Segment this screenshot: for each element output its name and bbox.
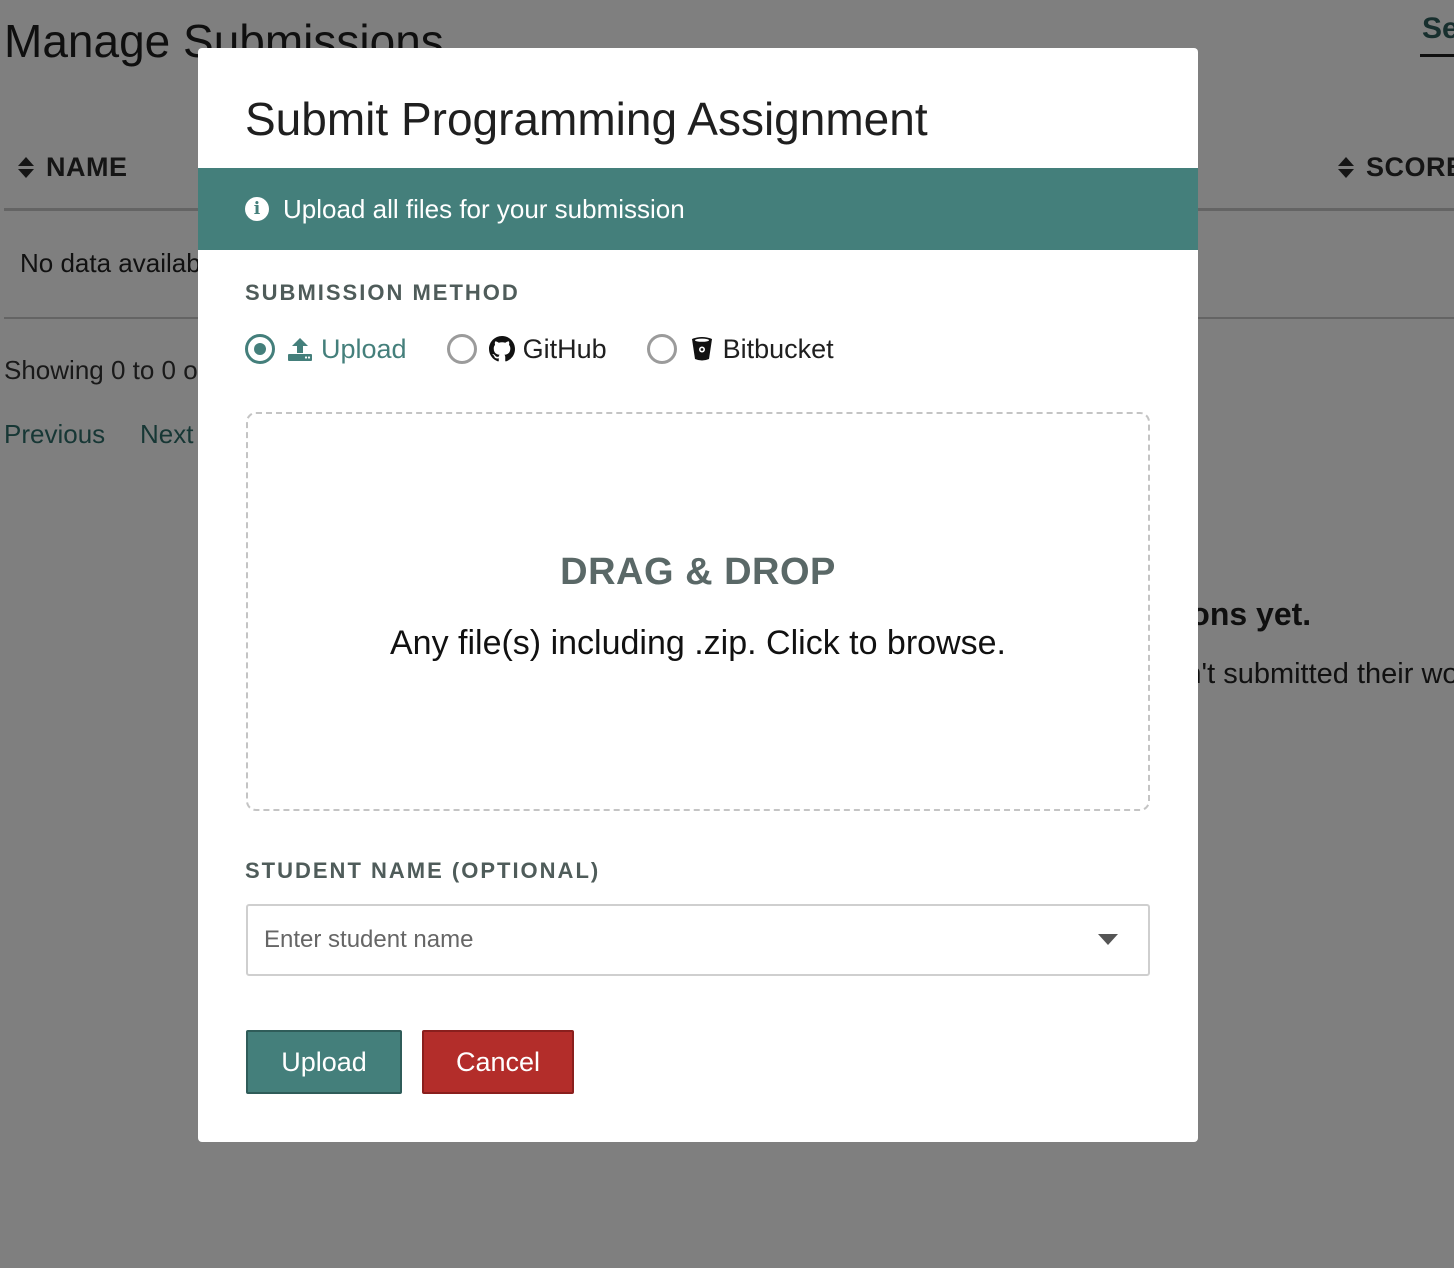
info-icon: i	[245, 197, 269, 221]
submit-assignment-modal: Submit Programming Assignment i Upload a…	[198, 48, 1198, 1142]
student-name-input[interactable]	[248, 906, 1088, 974]
bitbucket-icon	[689, 336, 715, 362]
info-banner-text: Upload all files for your submission	[283, 193, 685, 224]
radio-github[interactable]	[446, 334, 477, 364]
github-icon	[488, 336, 515, 362]
method-option-upload[interactable]: Upload	[245, 334, 407, 365]
method-option-bitbucket[interactable]: Bitbucket	[646, 333, 834, 365]
modal-title: Submit Programming Assignment	[245, 93, 928, 145]
submission-method-group: Upload GitHub Bitbucket	[245, 332, 874, 366]
submission-method-label: SUBMISSION METHOD	[245, 280, 520, 305]
student-name-select[interactable]	[246, 904, 1150, 976]
radio-bitbucket[interactable]	[646, 334, 677, 364]
upload-button[interactable]: Upload	[246, 1030, 402, 1094]
info-banner: i Upload all files for your submission	[198, 168, 1198, 250]
file-dropzone[interactable]: DRAG & DROP Any file(s) including .zip. …	[246, 412, 1150, 811]
upload-icon	[287, 336, 313, 362]
method-label-github: GitHub	[522, 333, 607, 364]
method-option-github[interactable]: GitHub	[446, 333, 607, 365]
dropzone-title: DRAG & DROP	[560, 551, 836, 593]
method-label-upload: Upload	[321, 333, 407, 364]
radio-upload[interactable]	[245, 334, 275, 364]
method-label-bitbucket: Bitbucket	[722, 333, 834, 364]
chevron-down-icon[interactable]	[1098, 934, 1118, 945]
student-name-label: STUDENT NAME (OPTIONAL)	[245, 858, 601, 883]
cancel-button[interactable]: Cancel	[422, 1030, 574, 1094]
dropzone-subtitle: Any file(s) including .zip. Click to bro…	[389, 624, 1006, 662]
